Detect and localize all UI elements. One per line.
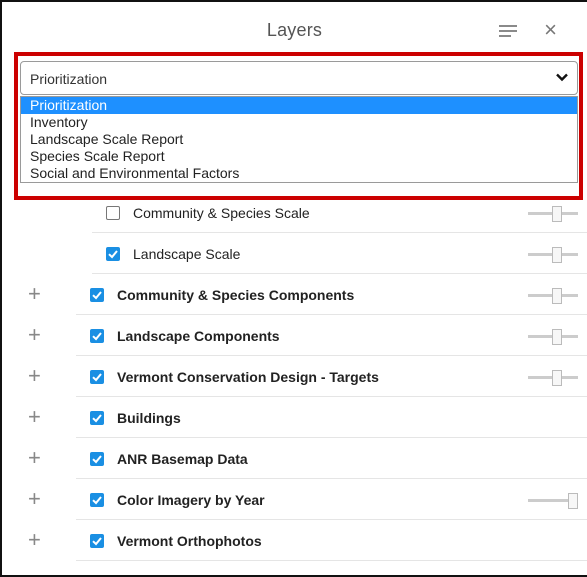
layer-label: Buildings bbox=[117, 410, 181, 426]
row-divider bbox=[76, 314, 587, 315]
slider-thumb[interactable] bbox=[552, 329, 562, 345]
layer-row: + Community & Species Components bbox=[2, 275, 587, 315]
layer-label: Landscape Scale bbox=[133, 246, 241, 262]
select-option[interactable]: Social and Environmental Factors bbox=[21, 165, 577, 182]
plus-icon[interactable]: + bbox=[28, 447, 41, 469]
select-option[interactable]: Inventory bbox=[21, 114, 577, 131]
layers-panel: Community & Species Scale Landscape Scale… bbox=[0, 0, 587, 577]
select-option[interactable]: Landscape Scale Report bbox=[21, 131, 577, 148]
opacity-slider[interactable] bbox=[528, 493, 578, 509]
opacity-slider[interactable] bbox=[528, 206, 578, 222]
plus-icon[interactable]: + bbox=[28, 324, 41, 346]
layer-row: + ANR Basemap Data bbox=[2, 439, 587, 479]
select-options-list: Prioritization Inventory Landscape Scale R… bbox=[20, 96, 578, 183]
checkbox-unchecked[interactable] bbox=[106, 206, 120, 220]
select-option[interactable]: Prioritization bbox=[21, 97, 577, 114]
row-divider bbox=[76, 560, 587, 561]
layer-label: Color Imagery by Year bbox=[117, 492, 265, 508]
checkbox-checked[interactable] bbox=[90, 288, 104, 302]
layer-row: + Vermont Orthophotos bbox=[2, 521, 587, 561]
select-value: Prioritization bbox=[30, 71, 108, 87]
row-divider bbox=[92, 232, 587, 233]
slider-thumb[interactable] bbox=[568, 493, 578, 509]
layer-label: Community & Species Scale bbox=[133, 205, 310, 221]
opacity-slider[interactable] bbox=[528, 288, 578, 304]
row-divider bbox=[76, 437, 587, 438]
layer-label: ANR Basemap Data bbox=[117, 451, 248, 467]
row-divider bbox=[76, 396, 587, 397]
menu-icon[interactable] bbox=[499, 25, 517, 39]
plus-icon[interactable]: + bbox=[28, 365, 41, 387]
plus-icon[interactable]: + bbox=[28, 488, 41, 510]
row-divider bbox=[76, 355, 587, 356]
checkbox-checked[interactable] bbox=[90, 411, 104, 425]
layer-label: Landscape Components bbox=[117, 328, 280, 344]
panel-header: Layers × bbox=[2, 2, 587, 58]
checkbox-checked[interactable] bbox=[90, 534, 104, 548]
slider-thumb[interactable] bbox=[552, 206, 562, 222]
layer-label: Vermont Orthophotos bbox=[117, 533, 262, 549]
checkbox-checked[interactable] bbox=[90, 370, 104, 384]
layer-row: Landscape Scale bbox=[2, 234, 587, 274]
row-divider bbox=[76, 478, 587, 479]
layer-row: + Landscape Components bbox=[2, 316, 587, 356]
close-icon[interactable]: × bbox=[544, 19, 557, 41]
row-divider bbox=[76, 519, 587, 520]
checkbox-checked[interactable] bbox=[106, 247, 120, 261]
checkbox-checked[interactable] bbox=[90, 493, 104, 507]
chevron-down-icon bbox=[556, 73, 568, 82]
plus-icon[interactable]: + bbox=[28, 283, 41, 305]
select-option[interactable]: Species Scale Report bbox=[21, 148, 577, 165]
slider-thumb[interactable] bbox=[552, 288, 562, 304]
opacity-slider[interactable] bbox=[528, 329, 578, 345]
slider-thumb[interactable] bbox=[552, 370, 562, 386]
row-divider bbox=[92, 273, 587, 274]
opacity-slider[interactable] bbox=[528, 370, 578, 386]
layer-row: + Vermont Conservation Design - Targets bbox=[2, 357, 587, 397]
layer-row: + Color Imagery by Year bbox=[2, 480, 587, 520]
checkbox-checked[interactable] bbox=[90, 329, 104, 343]
layer-group-select[interactable]: Prioritization bbox=[20, 61, 578, 95]
slider-thumb[interactable] bbox=[552, 247, 562, 263]
plus-icon[interactable]: + bbox=[28, 529, 41, 551]
layer-label: Vermont Conservation Design - Targets bbox=[117, 369, 379, 385]
layer-row: + Buildings bbox=[2, 398, 587, 438]
opacity-slider[interactable] bbox=[528, 247, 578, 263]
layer-label: Community & Species Components bbox=[117, 287, 355, 303]
plus-icon[interactable]: + bbox=[28, 406, 41, 428]
checkbox-checked[interactable] bbox=[90, 452, 104, 466]
